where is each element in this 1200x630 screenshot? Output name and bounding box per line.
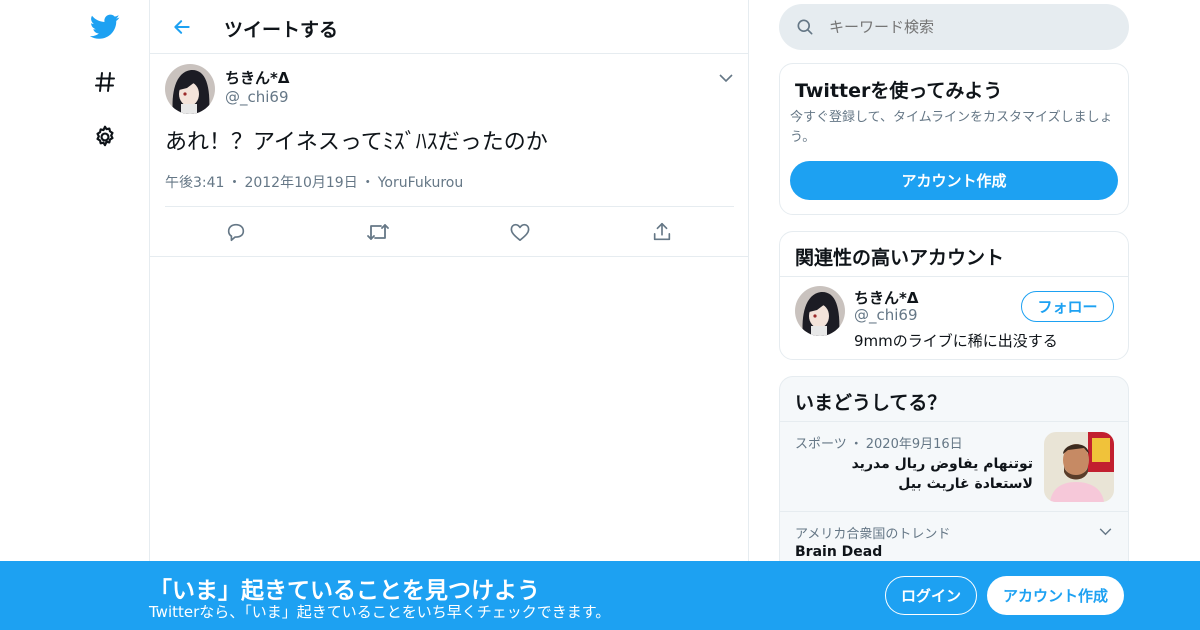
author-display-name[interactable]: ちきん*Δ <box>225 67 289 88</box>
login-button[interactable]: ログイン <box>885 576 977 615</box>
divider <box>780 276 1128 277</box>
page-header: ツイートする <box>150 0 748 54</box>
page-title: ツイートする <box>224 19 339 41</box>
trend-category: アメリカ合衆国のトレンド <box>795 527 951 542</box>
share-icon[interactable] <box>649 219 675 245</box>
author-handle[interactable]: @_chi69 <box>225 88 289 106</box>
search-icon <box>797 19 813 35</box>
banner-title: 「いま」起きていることを見つけよう <box>149 578 540 604</box>
search-input[interactable] <box>829 13 1109 41</box>
trend-thumbnail <box>1044 432 1114 502</box>
arrow-left-icon <box>174 20 190 34</box>
tweet-date[interactable]: 2012年10月19日 <box>244 175 357 191</box>
twitter-bird-icon[interactable] <box>90 12 120 42</box>
trends-title: いまどうしてる？ <box>795 392 947 414</box>
signup-card-title: Twitterを使ってみよう <box>795 80 1003 102</box>
divider <box>780 511 1128 512</box>
main-column: ツイートする ちきん*Δ @_chi69 あれ！？アイネスってﾐｽﾞﾊｽだったの… <box>149 0 749 630</box>
signup-card-description: 今すぐ登録して、タイムラインをカスタマイズしましょう。 <box>790 110 1113 145</box>
avatar[interactable] <box>165 64 215 114</box>
meta-separator: ・ <box>227 175 242 191</box>
tweet-meta: 午後3:41 ・ 2012年10月19日・ YoruFukurou <box>165 172 463 192</box>
trend-name: Brain Dead <box>795 544 883 560</box>
signup-banner: 「いま」起きていることを見つけよう Twitterなら、「いま」起きていることを… <box>0 561 1200 630</box>
related-account-handle[interactable]: @_chi69 <box>854 306 918 324</box>
divider <box>165 206 734 207</box>
hashtag-icon[interactable] <box>90 67 120 97</box>
meta-separator: ・ <box>360 175 375 191</box>
related-accounts-card: 関連性の高いアカウント ちきん*Δ @_chi69 9mmのライブに稀に出没する… <box>779 231 1129 360</box>
divider <box>780 421 1128 422</box>
banner-subtitle: Twitterなら、「いま」起きていることをいち早くチェックできます。 <box>149 603 611 621</box>
reply-icon[interactable] <box>223 219 249 245</box>
trends-card: いまどうしてる？ スポーツ・ 2020年9月16日 توتنهام يفاوض ر… <box>779 376 1129 576</box>
avatar[interactable] <box>795 286 845 336</box>
related-account-name[interactable]: ちきん*Δ <box>854 287 918 308</box>
tweet-source[interactable]: YoruFukurou <box>378 175 463 191</box>
signup-button[interactable]: アカウント作成 <box>987 576 1124 615</box>
signup-card: Twitterを使ってみよう 今すぐ登録して、タイムラインをカスタマイズしましょ… <box>779 63 1129 215</box>
related-accounts-title: 関連性の高いアカウント <box>795 247 1005 269</box>
trend-headline-line2: لاستعادة غاريث بيل <box>898 476 1033 492</box>
like-heart-icon[interactable] <box>507 219 533 245</box>
related-account-bio: 9mmのライブに稀に出没する <box>854 332 1058 350</box>
tweet-time[interactable]: 午後3:41 <box>165 175 224 191</box>
retweet-icon[interactable] <box>365 219 391 245</box>
tweet-detail: ちきん*Δ @_chi69 あれ！？アイネスってﾐｽﾞﾊｽだったのか 午後3:4… <box>150 54 748 257</box>
chevron-down-icon[interactable] <box>1095 523 1115 541</box>
back-button[interactable] <box>166 11 198 43</box>
gear-icon[interactable] <box>90 122 120 152</box>
follow-button[interactable]: フォロー <box>1021 291 1114 322</box>
left-nav <box>0 0 150 630</box>
search-box[interactable] <box>779 4 1129 50</box>
tweet-text: あれ！？アイネスってﾐｽﾞﾊｽだったのか <box>165 130 548 155</box>
trend-category: スポーツ・ 2020年9月16日 <box>795 437 963 452</box>
create-account-button[interactable]: アカウント作成 <box>790 161 1118 200</box>
trend-headline-line1: توتنهام يفاوض ريال مدريد <box>851 456 1033 472</box>
chevron-down-icon[interactable] <box>716 68 736 88</box>
